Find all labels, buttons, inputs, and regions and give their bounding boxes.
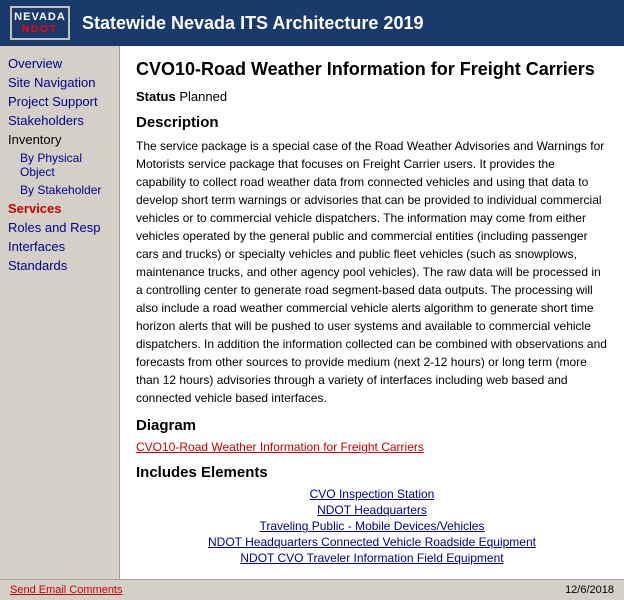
logo-nevada-text: NEVADA bbox=[14, 11, 66, 23]
elements-list: CVO Inspection Station NDOT Headquarters… bbox=[136, 487, 608, 565]
logo-ndot-text: NDOT bbox=[22, 24, 58, 35]
description-text: The service package is a special case of… bbox=[136, 137, 608, 407]
sidebar-item-by-physical-object[interactable]: By Physical Object bbox=[4, 149, 115, 181]
sidebar: Overview Site Navigation Project Support… bbox=[0, 46, 120, 579]
status-value-text: Planned bbox=[179, 89, 227, 104]
page-title: CVO10-Road Weather Information for Freig… bbox=[136, 58, 608, 81]
element-link-1[interactable]: NDOT Headquarters bbox=[136, 503, 608, 517]
page-footer: Send Email Comments 12/6/2018 bbox=[0, 579, 624, 600]
site-title: Statewide Nevada ITS Architecture 2019 bbox=[82, 13, 423, 34]
sidebar-item-stakeholders[interactable]: Stakeholders bbox=[4, 111, 115, 130]
element-link-4[interactable]: NDOT CVO Traveler Information Field Equi… bbox=[136, 551, 608, 565]
email-comments-link[interactable]: Send Email Comments bbox=[10, 584, 123, 596]
footer-date: 12/6/2018 bbox=[565, 584, 614, 596]
sidebar-item-inventory: Inventory bbox=[4, 130, 115, 149]
status-label: Status bbox=[136, 89, 176, 104]
sidebar-item-by-stakeholder[interactable]: By Stakeholder bbox=[4, 181, 115, 199]
element-link-2[interactable]: Traveling Public - Mobile Devices/Vehicl… bbox=[136, 519, 608, 533]
element-link-0[interactable]: CVO Inspection Station bbox=[136, 487, 608, 501]
sidebar-item-standards[interactable]: Standards bbox=[4, 256, 115, 275]
sidebar-item-services[interactable]: Services bbox=[4, 199, 115, 218]
logo: NEVADA NDOT bbox=[10, 6, 70, 40]
status-row: Status Planned bbox=[136, 89, 608, 104]
sidebar-item-site-navigation[interactable]: Site Navigation bbox=[4, 73, 115, 92]
site-header: NEVADA NDOT Statewide Nevada ITS Archite… bbox=[0, 0, 624, 46]
sidebar-item-interfaces[interactable]: Interfaces bbox=[4, 237, 115, 256]
description-heading: Description bbox=[136, 114, 608, 131]
elements-heading: Includes Elements bbox=[136, 464, 608, 481]
diagram-link[interactable]: CVO10-Road Weather Information for Freig… bbox=[136, 440, 608, 454]
sidebar-item-project-support[interactable]: Project Support bbox=[4, 92, 115, 111]
diagram-heading: Diagram bbox=[136, 417, 608, 434]
main-content: CVO10-Road Weather Information for Freig… bbox=[120, 46, 624, 579]
element-link-3[interactable]: NDOT Headquarters Connected Vehicle Road… bbox=[136, 535, 608, 549]
main-layout: Overview Site Navigation Project Support… bbox=[0, 46, 624, 579]
sidebar-item-roles[interactable]: Roles and Resp bbox=[4, 218, 115, 237]
sidebar-item-overview[interactable]: Overview bbox=[4, 54, 115, 73]
